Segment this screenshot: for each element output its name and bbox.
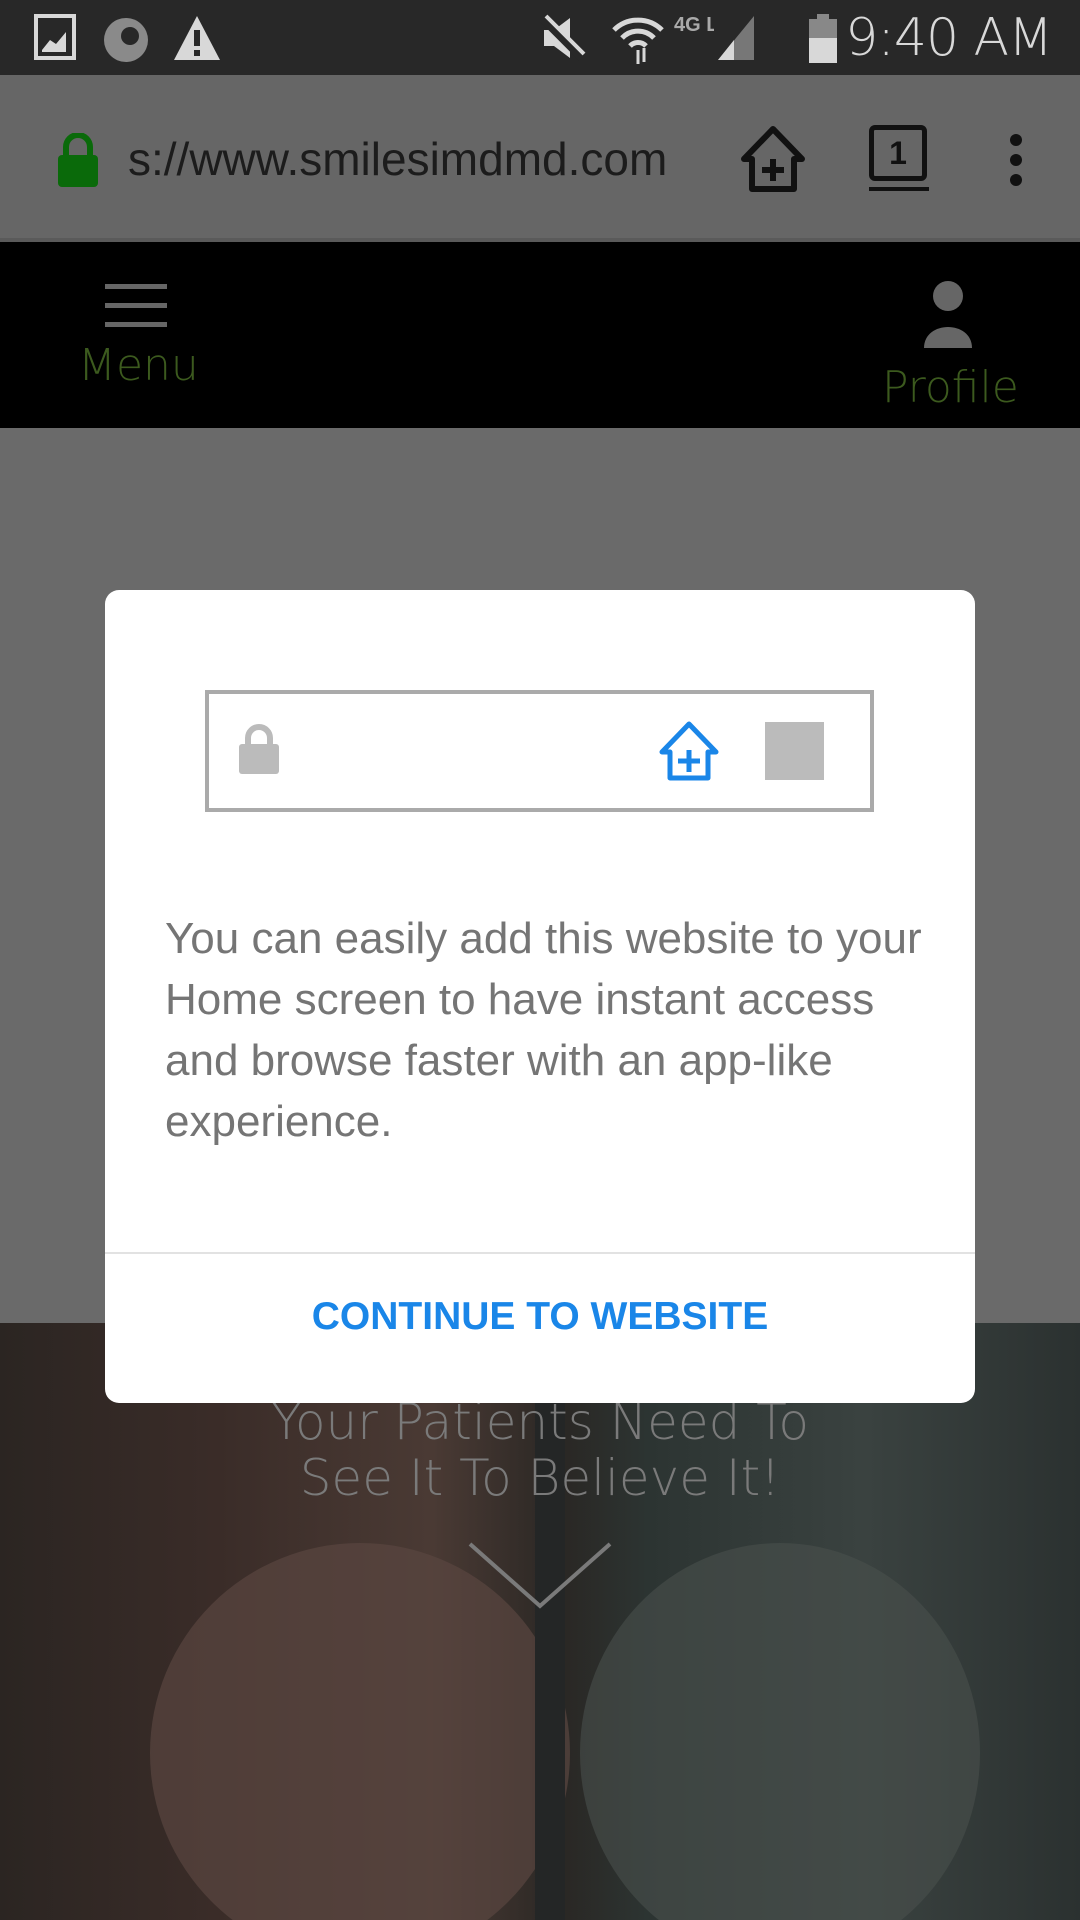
status-bar: 4G LTE 9:40 AM bbox=[0, 0, 1080, 75]
lock-icon bbox=[58, 133, 98, 187]
lock-icon bbox=[239, 724, 279, 774]
hero-line-2: See It To Believe It! bbox=[299, 1449, 781, 1507]
mute-icon bbox=[540, 14, 586, 61]
continue-to-website-button[interactable]: CONTINUE TO WEBSITE bbox=[105, 1295, 975, 1339]
more-icon[interactable] bbox=[1004, 132, 1028, 188]
browser-toolbar: s://www.smilesimdmd.com 1 bbox=[0, 75, 1080, 242]
square-icon bbox=[765, 722, 824, 780]
hero-image: Your Patients Need To See It To Believe … bbox=[0, 1323, 1080, 1920]
menu-label: Menu bbox=[78, 340, 199, 391]
signal-icon bbox=[718, 16, 754, 60]
hamburger-icon bbox=[105, 284, 167, 327]
profile-label: Profile bbox=[882, 362, 1019, 413]
add-to-home-dialog: You can easily add this website to your … bbox=[105, 590, 975, 1403]
wifi-icon bbox=[612, 17, 664, 64]
url-field[interactable]: s://www.smilesimdmd.com bbox=[128, 132, 713, 186]
menu-button[interactable]: Menu bbox=[60, 282, 210, 412]
gallery-icon bbox=[34, 14, 76, 60]
user-icon bbox=[924, 281, 972, 348]
toolbar-illustration bbox=[205, 690, 874, 812]
tabs-button[interactable]: 1 bbox=[869, 125, 929, 193]
battery-icon bbox=[809, 14, 837, 63]
profile-button[interactable]: Profile bbox=[870, 280, 1030, 420]
dialog-message: You can easily add this website to your … bbox=[165, 914, 922, 1146]
tab-count: 1 bbox=[869, 125, 927, 181]
add-to-home-icon bbox=[659, 721, 719, 781]
chevron-down-icon[interactable] bbox=[466, 1540, 614, 1610]
divider bbox=[105, 1252, 975, 1254]
site-nav: Menu Profile bbox=[0, 242, 1080, 428]
add-to-home-icon[interactable] bbox=[738, 125, 808, 195]
network-type: 4G LTE bbox=[674, 14, 714, 36]
warning-icon bbox=[174, 16, 220, 60]
clock: 9:40 AM bbox=[845, 8, 1053, 68]
firefox-icon bbox=[104, 18, 148, 62]
